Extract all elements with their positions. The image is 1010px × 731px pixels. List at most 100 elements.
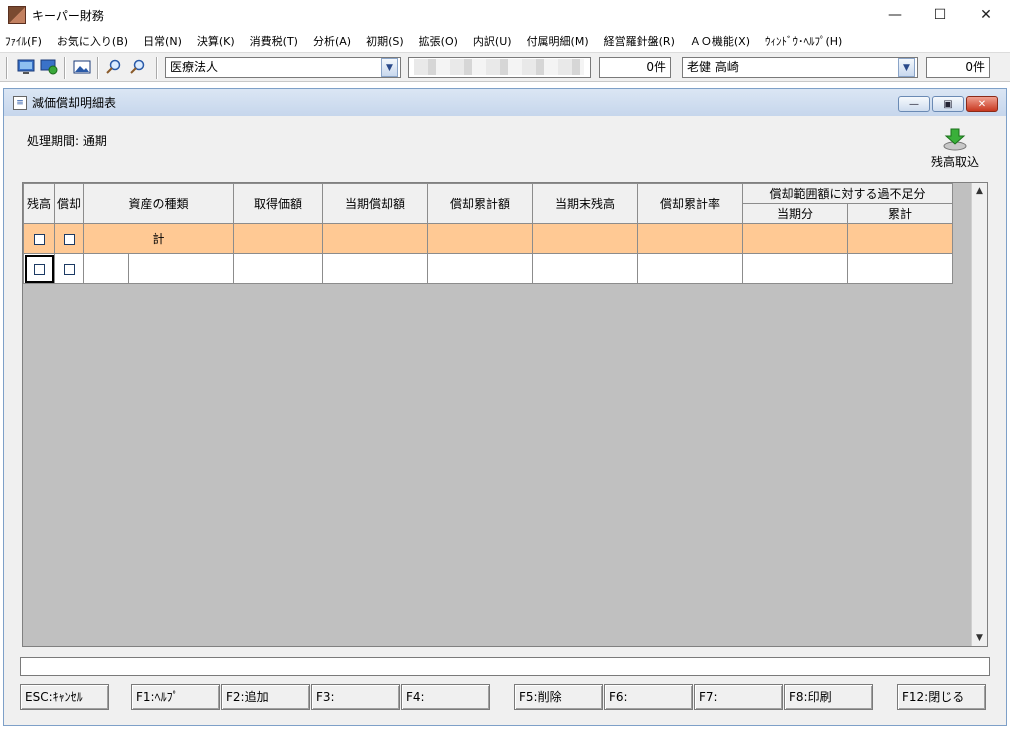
minimize-icon[interactable]: — [872, 0, 918, 30]
header-cumulative: 累計 [847, 203, 953, 224]
f3-button[interactable]: F3: [311, 684, 400, 710]
window-close-icon[interactable]: ✕ [966, 96, 998, 112]
toolbar-separator [156, 57, 158, 79]
chevron-down-icon[interactable]: ▼ [381, 58, 398, 77]
close-icon[interactable]: ✕ [963, 0, 1009, 30]
row-asset-name-cell[interactable] [128, 253, 234, 284]
message-field [20, 657, 990, 676]
menu-daily[interactable]: 日常(N) [143, 33, 182, 49]
menu-supplementary[interactable]: 付属明細(M) [527, 33, 589, 49]
f7-button[interactable]: F7: [694, 684, 783, 710]
processing-period: 処理期間: 通期 [27, 134, 107, 148]
person-value: 老健 高崎 [687, 60, 739, 74]
f6-button[interactable]: F6: [604, 684, 693, 710]
toolbar: 医療法人 ▼ 0件 老健 高崎 ▼ 0件 [0, 52, 1010, 82]
esc-cancel-button[interactable]: ESC:ｷｬﾝｾﾙ [20, 684, 109, 710]
app-title: キーパー財務 [32, 8, 104, 23]
menu-window-help[interactable]: ｳｨﾝﾄﾞｳ･ﾍﾙﾌﾟ(H) [765, 33, 842, 49]
menu-management-compass[interactable]: 経営羅針盤(R) [604, 33, 675, 49]
window-title: 減価償却明細表 [32, 96, 117, 110]
menu-consumption-tax[interactable]: 消費税(T) [250, 33, 298, 49]
header-acquisition-cost: 取得価額 [233, 183, 323, 224]
monitor-add-icon[interactable] [39, 58, 59, 76]
header-current-depreciation: 当期償却額 [322, 183, 428, 224]
total-accum-rate-cell [637, 223, 743, 254]
toolbar-separator [6, 57, 8, 79]
window-minimize-icon[interactable]: — [898, 96, 930, 112]
row-current-dep-cell[interactable] [322, 253, 428, 284]
zoom-out-icon[interactable] [128, 58, 148, 76]
app-logo-icon [8, 6, 26, 24]
total-accum-dep-cell [427, 223, 533, 254]
window-restore-icon[interactable]: ▣ [932, 96, 964, 112]
count-field: 0件 [599, 57, 671, 78]
total-balance-checkbox[interactable] [23, 223, 55, 254]
header-excess-group: 償却範囲額に対する過不足分 [742, 183, 953, 204]
checkbox-icon [63, 263, 75, 275]
total-acquisition-cell [233, 223, 323, 254]
asset-grid: 残高 償却 資産の種類 取得価額 当期償却額 償却累計額 当期末残高 償却累計率… [22, 182, 988, 647]
import-balance-button[interactable]: 残高取込 [924, 127, 986, 173]
app-titlebar: キーパー財務 — ☐ ✕ [0, 0, 1010, 30]
count-value: 0件 [646, 60, 666, 74]
count-field-2: 0件 [926, 57, 990, 78]
document-icon: ≡ [13, 95, 27, 110]
total-depreciation-checkbox[interactable] [54, 223, 84, 254]
row-accum-dep-cell[interactable] [427, 253, 533, 284]
f5-delete-button[interactable]: F5:削除 [514, 684, 603, 710]
f12-close-button[interactable]: F12:閉じる [897, 684, 986, 710]
asset-table: 残高 償却 資産の種類 取得価額 当期償却額 償却累計額 当期末残高 償却累計率… [23, 183, 953, 284]
header-accumulated-depreciation: 償却累計額 [427, 183, 533, 224]
toolbar-separator [97, 57, 99, 79]
row-end-balance-cell[interactable] [532, 253, 638, 284]
total-end-balance-cell [532, 223, 638, 254]
zoom-in-icon[interactable] [104, 58, 124, 76]
menu-file[interactable]: ﾌｧｲﾙ(F) [5, 33, 42, 49]
window-titlebar: ≡ 減価償却明細表 — ▣ ✕ [4, 89, 1006, 116]
scroll-up-icon[interactable]: ▲ [972, 183, 987, 199]
header-period-end-balance: 当期末残高 [532, 183, 638, 224]
f8-print-button[interactable]: F8:印刷 [784, 684, 873, 710]
menu-extension[interactable]: 拡張(O) [419, 33, 458, 49]
maximize-icon[interactable]: ☐ [917, 0, 963, 30]
menu-closing[interactable]: 決算(K) [197, 33, 235, 49]
f2-add-button[interactable]: F2:追加 [221, 684, 310, 710]
vertical-scrollbar[interactable]: ▲ ▼ [971, 183, 987, 646]
total-cumulative-cell [847, 223, 953, 254]
person-select[interactable]: 老健 高崎 [682, 57, 918, 78]
menu-breakdown[interactable]: 内訳(U) [473, 33, 512, 49]
menu-initial[interactable]: 初期(S) [366, 33, 404, 49]
checkbox-icon [33, 233, 45, 245]
header-depreciation: 償却 [54, 183, 84, 224]
menu-bar: ﾌｧｲﾙ(F) お気に入り(B) 日常(N) 決算(K) 消費税(T) 分析(A… [0, 30, 1010, 51]
total-current-dep-cell [322, 223, 428, 254]
total-label: 計 [83, 223, 234, 254]
menu-ao-functions[interactable]: ＡＯ機能(X) [690, 33, 750, 49]
menu-analysis[interactable]: 分析(A) [313, 33, 351, 49]
company-type-value: 医療法人 [170, 60, 219, 74]
row-balance-checkbox[interactable] [23, 253, 55, 284]
monitor-icon[interactable] [16, 58, 36, 76]
row-acquisition-cell[interactable] [233, 253, 323, 284]
company-type-select[interactable]: 医療法人 [165, 57, 401, 78]
redacted-area [414, 59, 584, 75]
scroll-down-icon[interactable]: ▼ [972, 630, 987, 646]
header-asset-type: 資産の種類 [83, 183, 234, 224]
row-cumulative-cell[interactable] [847, 253, 953, 284]
header-balance: 残高 [23, 183, 55, 224]
menu-favorites[interactable]: お気に入り(B) [57, 33, 128, 49]
chevron-down-icon[interactable]: ▼ [898, 58, 915, 77]
table-row [23, 253, 953, 284]
row-asset-code-cell[interactable] [83, 253, 129, 284]
header-current-period: 当期分 [742, 203, 848, 224]
f4-button[interactable]: F4: [401, 684, 490, 710]
checkbox-icon [63, 233, 75, 245]
row-current-period-cell[interactable] [742, 253, 848, 284]
total-current-period-cell [742, 223, 848, 254]
header-accumulated-rate: 償却累計率 [637, 183, 743, 224]
checkbox-icon [33, 263, 45, 275]
f1-help-button[interactable]: F1:ﾍﾙﾌﾟ [131, 684, 220, 710]
row-accum-rate-cell[interactable] [637, 253, 743, 284]
picture-icon[interactable] [72, 58, 92, 76]
row-depreciation-checkbox[interactable] [54, 253, 84, 284]
